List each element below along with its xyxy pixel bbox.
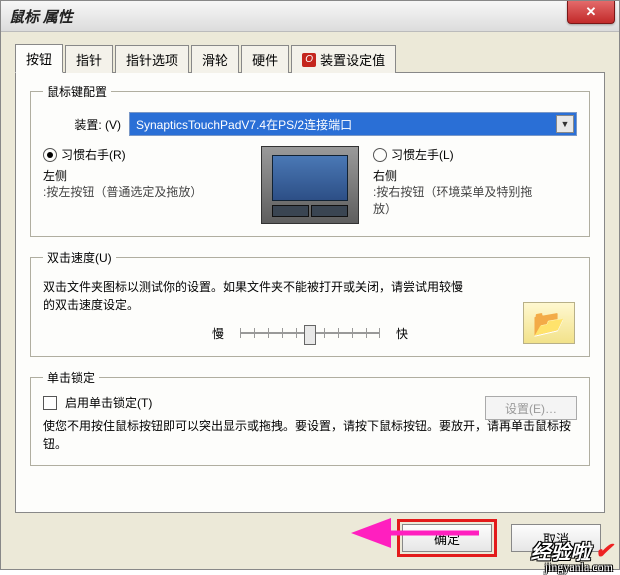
group-double-click: 双击速度(U) 双击文件夹图标以测试你的设置。如果文件夹不能被打开或关闭，请尝试… [30,249,590,357]
right-side-desc: :按右按钮（环境菜单及特别拖放） [373,184,543,218]
tab-wheel[interactable]: 滑轮 [191,45,239,73]
titlebar[interactable]: 鼠标 属性 ✕ [1,1,619,32]
fast-label: 快 [396,325,408,342]
tab-pointer-options[interactable]: 指针选项 [115,45,189,73]
left-side-desc: :按左按钮（普通选定及拖放） [43,184,213,201]
device-label: 装置: (V) [43,116,121,133]
watermark-sub: jingyanla.com [545,560,613,575]
radio-left-handed-label: 习惯左手(L) [391,146,454,163]
left-side-title: 左侧 [43,167,247,184]
slow-label: 慢 [212,325,224,342]
synaptics-icon: O [302,53,316,67]
chevron-down-icon: ▼ [556,115,574,133]
clicklock-checkbox-label: 启用单击锁定(T) [65,394,152,411]
slider-thumb[interactable] [304,325,316,345]
tab-device-settings-label: 装置设定值 [320,50,385,69]
touchpad-illustration [261,146,359,224]
cancel-button[interactable]: 取消 [511,524,601,552]
device-select-value: SynapticsTouchPadV7.4在PS/2连接端口 [136,116,352,133]
clicklock-settings-button: 设置(E)… [485,396,577,420]
group-click-lock-legend: 单击锁定 [43,369,99,386]
ok-button-highlight: 确定 [397,519,497,557]
double-click-speed-slider[interactable] [240,322,380,344]
radio-right-handed[interactable]: 习惯右手(R) [43,146,247,163]
tab-bar: 按钮 指针 指针选项 滑轮 硬件 O 装置设定值 [15,44,605,73]
checkbox-icon [43,396,57,410]
mouse-properties-window: 鼠标 属性 ✕ 按钮 指针 指针选项 滑轮 硬件 O 装置设定值 鼠标键配置 装… [0,0,620,570]
radio-icon [373,148,387,162]
clicklock-desc: 使您不用按住鼠标按钮即可以突出显示或拖拽。要设置，请按下鼠标按钮。要放开，请再单… [43,417,577,453]
group-click-lock: 单击锁定 启用单击锁定(T) 设置(E)… 使您不用按住鼠标按钮即可以突出显示或… [30,369,590,466]
window-title: 鼠标 属性 [9,6,73,27]
tab-hardware[interactable]: 硬件 [241,45,289,73]
double-click-desc: 双击文件夹图标以测试你的设置。如果文件夹不能被打开或关闭，请尝试用较慢的双击速度… [43,278,463,314]
group-button-config-legend: 鼠标键配置 [43,83,111,100]
close-icon: ✕ [586,4,597,20]
radio-icon [43,148,57,162]
group-button-config: 鼠标键配置 装置: (V) SynapticsTouchPadV7.4在PS/2… [30,83,590,237]
tab-panel-buttons: 鼠标键配置 装置: (V) SynapticsTouchPadV7.4在PS/2… [15,73,605,513]
radio-left-handed[interactable]: 习惯左手(L) [373,146,577,163]
folder-test-icon[interactable]: 📂 [523,302,575,344]
folder-icon: 📂 [533,308,565,339]
tab-buttons[interactable]: 按钮 [15,44,63,73]
ok-button[interactable]: 确定 [402,524,492,552]
close-button[interactable]: ✕ [567,1,615,24]
right-side-title: 右侧 [373,167,577,184]
tab-pointer[interactable]: 指针 [65,45,113,73]
tab-device-settings[interactable]: O 装置设定值 [291,45,396,73]
group-double-click-legend: 双击速度(U) [43,249,116,266]
device-select[interactable]: SynapticsTouchPadV7.4在PS/2连接端口 ▼ [129,112,577,136]
dialog-footer: 确定 取消 [397,519,601,557]
radio-right-handed-label: 习惯右手(R) [61,146,126,163]
